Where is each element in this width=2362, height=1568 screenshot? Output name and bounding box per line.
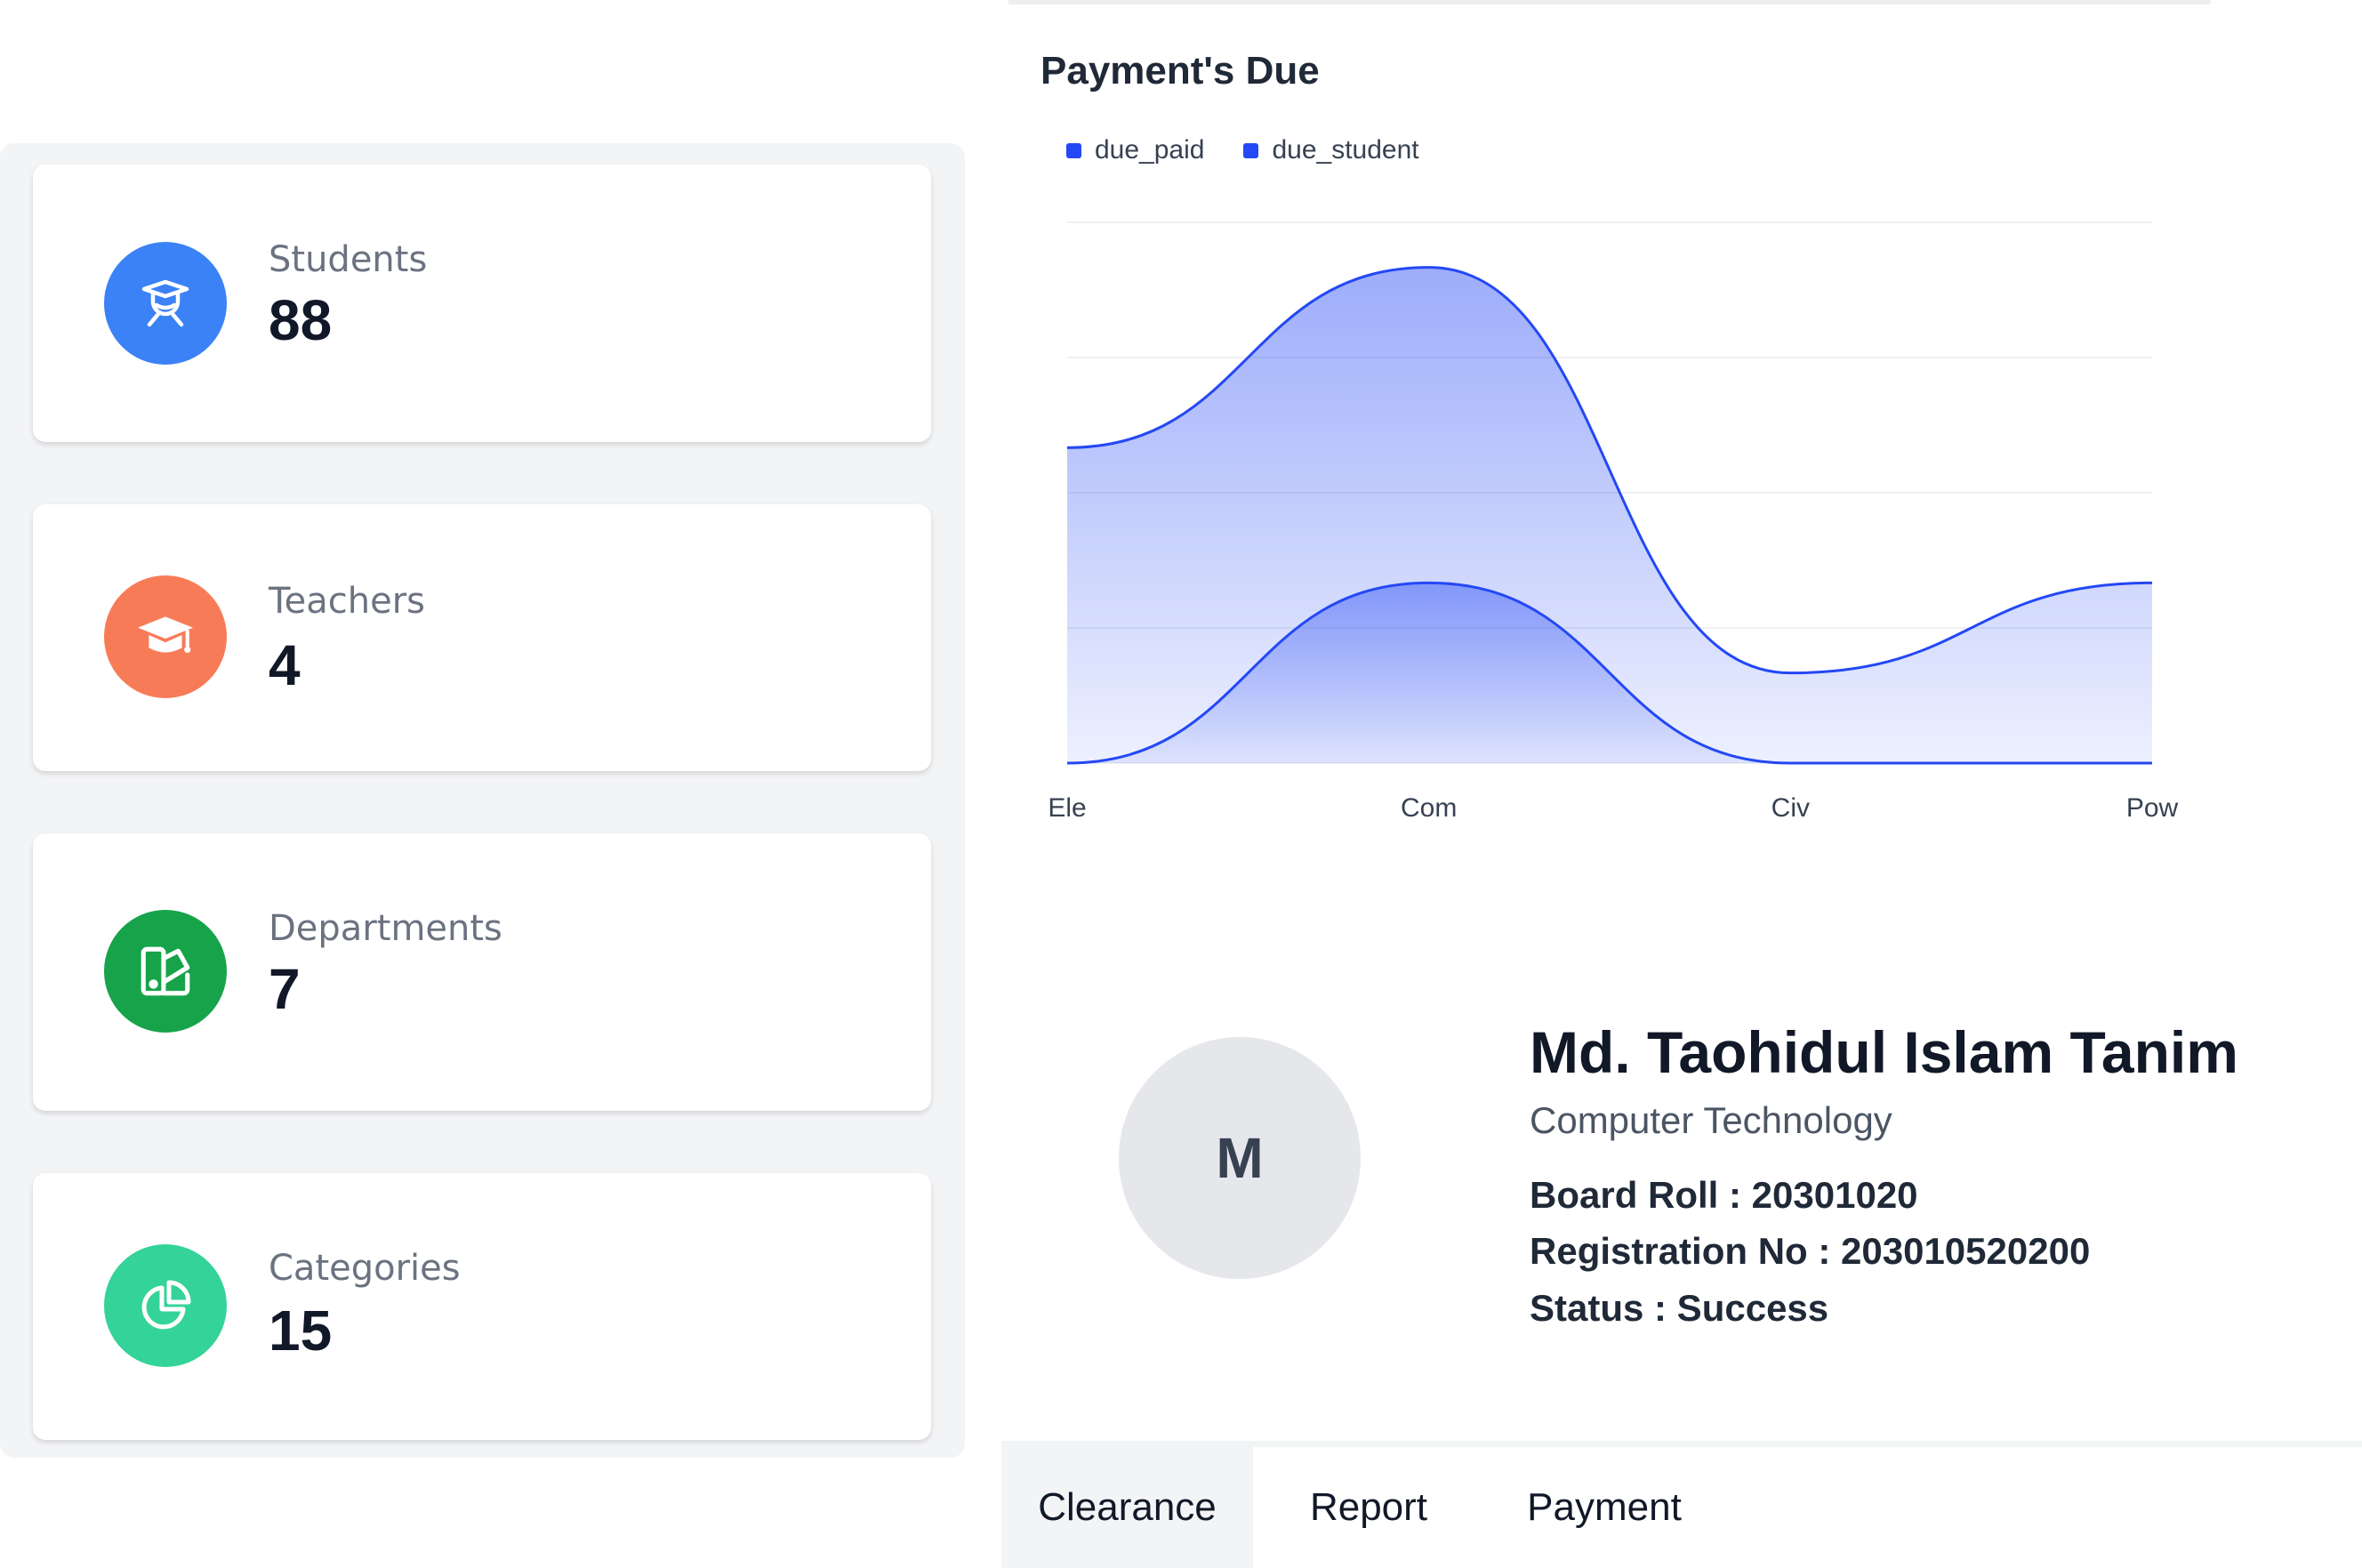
avatar: M: [1119, 1037, 1361, 1279]
legend-label: due_paid: [1095, 135, 1205, 165]
legend-item-due-student[interactable]: due_student: [1243, 135, 1419, 165]
stat-value: 88: [269, 288, 333, 352]
stat-label: Teachers: [269, 581, 425, 622]
profile-name: Md. Taohidul Islam Tanim: [1530, 1019, 2238, 1085]
x-tick-label: Civ: [1772, 793, 1810, 823]
pie-chart-icon: [104, 1244, 227, 1367]
stat-card-students[interactable]: Students 88: [33, 165, 931, 442]
building-icon: [104, 910, 227, 1033]
divider: [1008, 0, 2211, 4]
tab-report[interactable]: Report: [1253, 1447, 1484, 1568]
stat-label: Departments: [269, 908, 502, 949]
mortarboard-icon: [104, 575, 227, 698]
chart-title: Payment's Due: [1040, 49, 1320, 92]
area-chart: Ele Com Civ Pow: [1048, 221, 2179, 823]
registration-number: Registration No : 203010520200: [1530, 1230, 2091, 1272]
stat-card-departments[interactable]: Departments 7: [33, 833, 931, 1111]
tab-bar: Clearance Report Payment: [1001, 1441, 2362, 1568]
stats-panel: Students 88 Teachers 4 Departments 7 Cat…: [0, 143, 965, 1458]
board-roll: Board Roll : 20301020: [1530, 1174, 1918, 1216]
stat-label: Categories: [269, 1248, 461, 1289]
stat-value: 15: [269, 1299, 333, 1363]
tab-payment[interactable]: Payment: [1484, 1447, 1724, 1568]
legend-label: due_student: [1272, 135, 1419, 165]
profile-department: Computer Technology: [1530, 1099, 1892, 1141]
stat-card-categories[interactable]: Categories 15: [33, 1173, 931, 1440]
x-tick-label: Com: [1401, 793, 1457, 823]
legend-swatch: [1066, 142, 1081, 158]
tab-clearance[interactable]: Clearance: [1001, 1447, 1253, 1568]
status-text: Status : Success: [1530, 1287, 1829, 1329]
stat-value: 4: [269, 633, 301, 697]
chart-legend: due_paid due_student: [1066, 135, 1419, 165]
graduate-icon: [104, 242, 227, 365]
stat-value: 7: [269, 957, 301, 1021]
x-tick-label: Pow: [2126, 793, 2179, 823]
stat-card-teachers[interactable]: Teachers 4: [33, 504, 931, 771]
x-tick-label: Ele: [1048, 793, 1086, 823]
legend-swatch: [1243, 142, 1259, 158]
stat-label: Students: [269, 239, 428, 280]
legend-item-due-paid[interactable]: due_paid: [1066, 135, 1204, 165]
